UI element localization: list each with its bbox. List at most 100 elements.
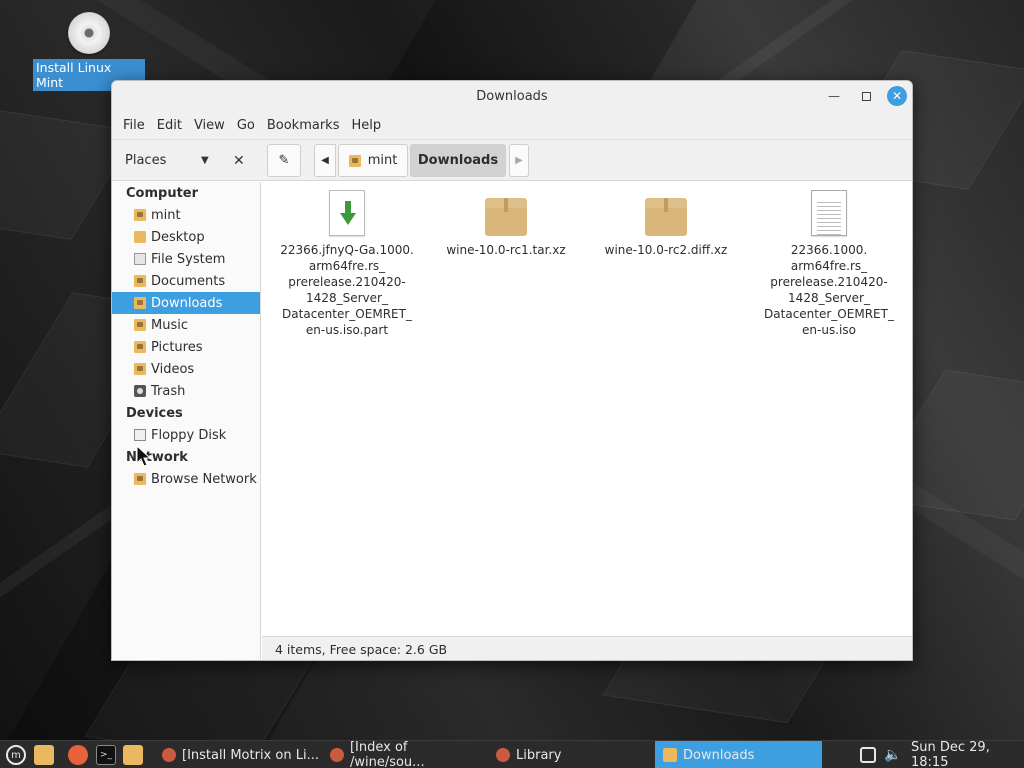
trash-icon [134, 385, 146, 397]
notification-icon [860, 747, 876, 763]
close-sidebar-icon[interactable]: ✕ [233, 153, 247, 169]
file-item[interactable]: wine-10.0-rc1.tar.xz [426, 190, 586, 258]
sidebar: Computer mint Desktop File System Docume… [112, 182, 261, 660]
maximize-icon [861, 91, 871, 101]
close-icon: ✕ [891, 89, 903, 103]
taskbar-window-label: [Index of /wine/sou... [349, 740, 425, 768]
taskbar: m >_ [Install Motrix on Li... [Index of … [0, 740, 1024, 768]
taskbar-window-label: [Install Motrix on Li... [182, 747, 319, 763]
sidebar-item-downloads[interactable]: Downloads [112, 292, 260, 314]
archive-icon [645, 198, 687, 236]
menu-go[interactable]: Go [231, 118, 261, 133]
archive-icon [485, 198, 527, 236]
menu-help[interactable]: Help [345, 118, 387, 133]
clock[interactable]: Sun Dec 29, 18:15 [911, 740, 1024, 768]
sidebar-item-trash[interactable]: Trash [112, 380, 260, 402]
chevron-right-icon: ▶ [515, 155, 523, 166]
breadcrumb-forward-button[interactable]: ▶ [509, 144, 529, 177]
home-folder-icon [348, 154, 361, 167]
taskbar-window-button[interactable]: Library [492, 744, 652, 766]
chevron-left-icon: ◀ [321, 155, 329, 166]
taskbar-window-label: Library [516, 747, 562, 763]
sidebar-item-floppy-disk[interactable]: Floppy Disk [112, 424, 260, 446]
sidebar-item-label: Videos [151, 361, 195, 377]
file-name: 22366.1000. arm64fre.rs_ prerelease.2104… [764, 243, 894, 337]
taskbar-window-button[interactable]: [Index of /wine/sou... [326, 740, 486, 768]
title-bar[interactable]: Downloads — ✕ [112, 81, 912, 111]
sidebar-section-devices: Devices [126, 405, 183, 421]
launcher-terminal[interactable]: >_ [96, 744, 116, 766]
firefox-icon [68, 745, 88, 765]
window-title: Downloads [476, 88, 548, 104]
places-label: Places [125, 153, 167, 168]
start-menu-button[interactable]: m [6, 744, 26, 766]
sidebar-item-browse-network[interactable]: Browse Network [112, 468, 260, 490]
sidebar-item-videos[interactable]: Videos [112, 358, 260, 380]
volume-icon: 🔈 [884, 747, 902, 763]
chevron-down-icon[interactable]: ▼ [201, 155, 215, 166]
minimize-button[interactable]: — [824, 86, 844, 106]
edit-location-button[interactable]: ✎ [267, 144, 301, 177]
sidebar-item-desktop[interactable]: Desktop [112, 226, 260, 248]
sidebar-item-documents[interactable]: Documents [112, 270, 260, 292]
taskbar-window-button[interactable]: [Install Motrix on Li... [158, 744, 320, 766]
taskbar-window-label: Downloads [683, 747, 755, 763]
file-view[interactable]: 22366.jfnyQ-Ga.1000. arm64fre.rs_ prerel… [262, 182, 912, 636]
downloads-folder-icon [663, 748, 677, 762]
launcher-files[interactable] [34, 744, 54, 766]
pencil-icon: ✎ [278, 153, 290, 168]
sidebar-item-pictures[interactable]: Pictures [112, 336, 260, 358]
videos-folder-icon [134, 363, 146, 375]
taskbar-window-button-active[interactable]: Downloads [655, 741, 822, 768]
file-item[interactable]: 22366.jfnyQ-Ga.1000. arm64fre.rs_ prerel… [267, 190, 427, 338]
network-folder-icon [134, 473, 146, 485]
sidebar-item-music[interactable]: Music [112, 314, 260, 336]
file-name: wine-10.0-rc2.diff.xz [604, 243, 728, 257]
music-folder-icon [134, 319, 146, 331]
close-button[interactable]: ✕ [887, 86, 907, 106]
tray-volume[interactable]: 🔈 [884, 744, 901, 766]
sidebar-item-mint[interactable]: mint [112, 204, 260, 226]
menu-edit[interactable]: Edit [151, 118, 188, 133]
status-bar: 4 items, Free space: 2.6 GB [262, 636, 912, 660]
file-name: 22366.jfnyQ-Ga.1000. arm64fre.rs_ prerel… [280, 243, 414, 337]
firefox-icon [496, 748, 510, 762]
menu-view[interactable]: View [188, 118, 231, 133]
sidebar-item-label: Documents [151, 273, 226, 289]
launcher-firefox[interactable] [68, 744, 88, 766]
breadcrumb-back-button[interactable]: ◀ [314, 144, 336, 177]
floppy-icon [134, 429, 146, 441]
drive-icon [134, 253, 146, 265]
status-text: 4 items, Free space: 2.6 GB [275, 642, 448, 657]
breadcrumb-downloads[interactable]: Downloads [410, 144, 506, 177]
file-item[interactable]: wine-10.0-rc2.diff.xz [586, 190, 746, 258]
sidebar-item-label: mint [151, 207, 181, 223]
file-manager-window: Downloads — ✕ File Edit View Go Bookmark… [111, 80, 913, 661]
minimize-icon: — [828, 89, 840, 103]
menu-bookmarks[interactable]: Bookmarks [261, 118, 346, 133]
documents-folder-icon [134, 275, 146, 287]
sidebar-item-file-system[interactable]: File System [112, 248, 260, 270]
home-folder-icon [134, 209, 146, 221]
download-file-icon [329, 190, 365, 236]
sidebar-item-label: Desktop [151, 229, 205, 245]
sidebar-item-label: Music [151, 317, 188, 333]
linux-mint-logo-icon: m [6, 745, 26, 765]
menu-bar: File Edit View Go Bookmarks Help [112, 111, 912, 139]
breadcrumb-label: Downloads [417, 153, 499, 168]
folder-icon [134, 231, 146, 243]
breadcrumb-mint[interactable]: mint [338, 144, 408, 177]
places-header: Places ▼ ✕ [112, 140, 261, 181]
sidebar-item-label: Browse Network [151, 471, 257, 487]
firefox-icon [330, 748, 344, 762]
terminal-icon: >_ [96, 745, 116, 765]
file-item[interactable]: 22366.1000. arm64fre.rs_ prerelease.2104… [749, 190, 909, 338]
sidebar-item-label: Floppy Disk [151, 427, 227, 443]
tray-notifications[interactable] [860, 744, 876, 766]
maximize-button[interactable] [856, 86, 876, 106]
menu-file[interactable]: File [117, 118, 151, 133]
launcher-file-manager[interactable] [123, 744, 143, 766]
disc-icon [68, 12, 110, 54]
sidebar-item-label: Pictures [151, 339, 203, 355]
sidebar-item-label: Downloads [151, 295, 223, 311]
